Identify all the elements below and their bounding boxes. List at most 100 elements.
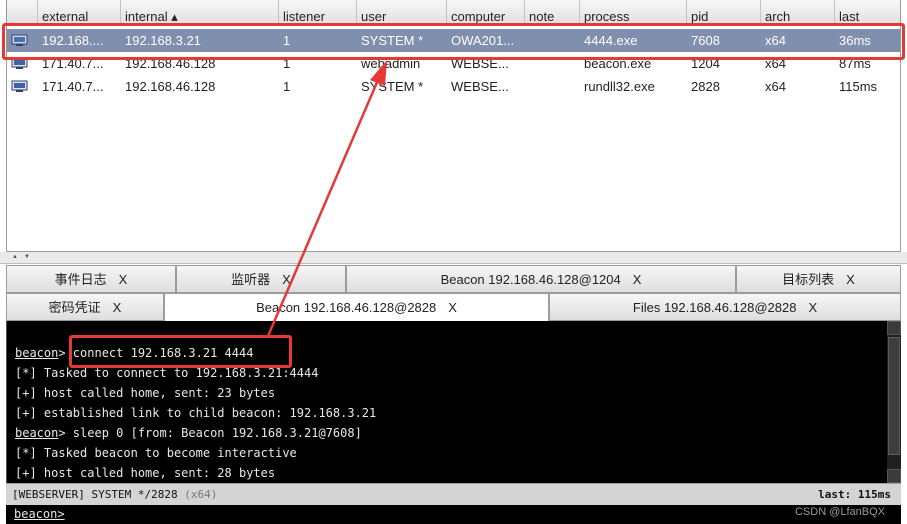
console-scrollbar[interactable]: [887, 321, 901, 483]
header-process[interactable]: process: [580, 0, 687, 24]
cell-arch: x64: [765, 33, 786, 48]
tab-label: 事件日志: [54, 272, 107, 287]
scroll-down-button[interactable]: [887, 469, 901, 483]
tab-beacon-2828[interactable]: Beacon 192.168.46.128@2828 X: [164, 293, 549, 321]
status-arch: (x64): [184, 488, 218, 501]
cell-internal: 192.168.46.128: [125, 56, 216, 71]
command-input[interactable]: [72, 506, 672, 523]
cell-arch: x64: [765, 79, 786, 94]
table-row[interactable]: 171.40.7... 192.168.46.128 1 webadmin WE…: [7, 52, 900, 75]
cell-internal: 192.168.46.128: [125, 79, 216, 94]
table-header: external internal ▴ listener user comput…: [7, 0, 900, 24]
cell-computer: WEBSE...: [451, 79, 509, 94]
tab-label: Beacon 192.168.46.128@2828: [256, 300, 437, 315]
sessions-table[interactable]: external internal ▴ listener user comput…: [6, 0, 901, 252]
console-line: [*] Tasked beacon to become interactive: [15, 443, 297, 463]
beacon-console[interactable]: beacon> connect 192.168.3.21 4444 [*] Ta…: [6, 321, 901, 483]
console-line: [+] host called home, sent: 23 bytes: [15, 383, 275, 403]
header-user[interactable]: user: [357, 0, 447, 24]
console-text: > sleep 0 [from: Beacon 192.168.3.21@760…: [58, 426, 362, 440]
status-last: last: 115ms: [818, 488, 891, 501]
console-line: [+] host called home, sent: 28 bytes: [15, 463, 275, 483]
beacon-statusbar: [WEBSERVER] SYSTEM */2828 (x64) last: 11…: [6, 483, 901, 505]
cell-note: [529, 52, 579, 75]
tab-beacon-1204[interactable]: Beacon 192.168.46.128@1204 X: [346, 265, 736, 293]
tab-credentials[interactable]: 密码凭证 X: [6, 293, 164, 321]
cell-last: 36ms: [839, 33, 871, 48]
console-marker: [*]: [15, 446, 37, 460]
cell-listener: 1: [283, 33, 291, 48]
cell-user: SYSTEM *: [361, 33, 424, 48]
console-text: established link to child beacon: 192.16…: [36, 406, 377, 420]
console-prompt: beacon: [15, 426, 59, 440]
cell-pid: 7608: [691, 33, 720, 48]
tab-label: 目标列表: [782, 272, 835, 287]
computer-icon: [11, 80, 28, 92]
pane-splitter[interactable]: ▲ ▼: [0, 252, 907, 264]
table-row[interactable]: 171.40.7... 192.168.46.128 1 SYSTEM * WE…: [7, 75, 900, 98]
cell-arch: x64: [765, 56, 786, 71]
cell-listener: 1: [283, 56, 291, 71]
cell-external: 171.40.7...: [42, 79, 104, 94]
cell-user: SYSTEM *: [361, 79, 424, 94]
tab-targets[interactable]: 目标列表 X: [736, 265, 901, 293]
header-icon-col: [7, 0, 38, 24]
console-text: host called home, sent: 23 bytes: [36, 386, 276, 400]
command-input-line[interactable]: beacon> CSDN @LfanBQX: [6, 505, 901, 524]
cell-external: 192.168....: [42, 33, 104, 48]
tab-bar-top: 事件日志 X 监听器 X Beacon 192.168.46.128@1204 X 目…: [6, 265, 901, 293]
console-line: beacon> connect 192.168.3.21 4444: [15, 343, 253, 363]
cell-process: beacon.exe: [584, 56, 652, 71]
tab-event-log[interactable]: 事件日志 X: [6, 265, 176, 293]
tab-close-button[interactable]: X: [113, 300, 122, 315]
console-line: [+] established link to child beacon: 19…: [15, 403, 376, 423]
tab-close-button[interactable]: X: [448, 300, 457, 315]
console-text: > connect 192.168.3.21 4444: [58, 346, 254, 360]
tab-label: 监听器: [231, 272, 271, 287]
tab-files-2828[interactable]: Files 192.168.46.128@2828 X: [549, 293, 901, 321]
console-text: host called home, sent: 28 bytes: [36, 466, 276, 480]
scrollbar-thumb[interactable]: [888, 337, 900, 455]
header-arch[interactable]: arch: [761, 0, 835, 24]
collapse-up-icon[interactable]: ▲: [12, 254, 18, 260]
header-pid[interactable]: pid: [687, 0, 761, 24]
cell-user: webadmin: [361, 56, 421, 71]
header-note[interactable]: note: [525, 0, 580, 24]
console-prompt: beacon: [15, 346, 59, 360]
cell-process: rundll32.exe: [584, 79, 655, 94]
header-last[interactable]: last: [835, 0, 900, 24]
header-computer[interactable]: computer: [447, 0, 525, 24]
console-marker: [+]: [15, 406, 37, 420]
computer-icon: [11, 57, 28, 69]
cell-last: 87ms: [839, 56, 871, 71]
cell-internal: 192.168.3.21: [125, 33, 201, 48]
scroll-up-button[interactable]: [887, 321, 901, 335]
computer-icon: [11, 34, 28, 46]
tab-bar-bottom: 密码凭证 X Beacon 192.168.46.128@2828 X Files …: [6, 293, 901, 321]
tab-listeners[interactable]: 监听器 X: [176, 265, 346, 293]
console-marker: [*]: [15, 366, 37, 380]
cell-pid: 2828: [691, 79, 720, 94]
tab-label: Files 192.168.46.128@2828: [632, 300, 797, 315]
console-text: Tasked beacon to become interactive: [36, 446, 297, 460]
tab-label: Beacon 192.168.46.128@1204: [440, 272, 621, 287]
tab-close-button[interactable]: X: [633, 272, 642, 287]
tab-label: 密码凭证: [48, 300, 101, 315]
tab-close-button[interactable]: X: [119, 272, 128, 287]
console-line: beacon> sleep 0 [from: Beacon 192.168.3.…: [15, 423, 362, 443]
cell-process: 4444.exe: [584, 33, 638, 48]
header-listener[interactable]: listener: [279, 0, 357, 24]
tab-close-button[interactable]: X: [808, 300, 817, 315]
cell-pid: 1204: [691, 56, 720, 71]
header-internal[interactable]: internal ▴: [121, 0, 279, 24]
status-session-label: [WEBSERVER] SYSTEM */2828: [12, 488, 178, 501]
collapse-down-icon[interactable]: ▼: [24, 254, 30, 260]
cell-note: [529, 29, 579, 52]
cell-computer: OWA201...: [451, 33, 515, 48]
tab-close-button[interactable]: X: [846, 272, 855, 287]
header-external[interactable]: external: [38, 0, 121, 24]
status-session: [WEBSERVER] SYSTEM */2828 (x64): [12, 484, 217, 506]
tab-close-button[interactable]: X: [282, 272, 291, 287]
table-row[interactable]: 192.168.... 192.168.3.21 1 SYSTEM * OWA2…: [7, 29, 900, 52]
watermark: CSDN @LfanBQX: [794, 506, 885, 518]
